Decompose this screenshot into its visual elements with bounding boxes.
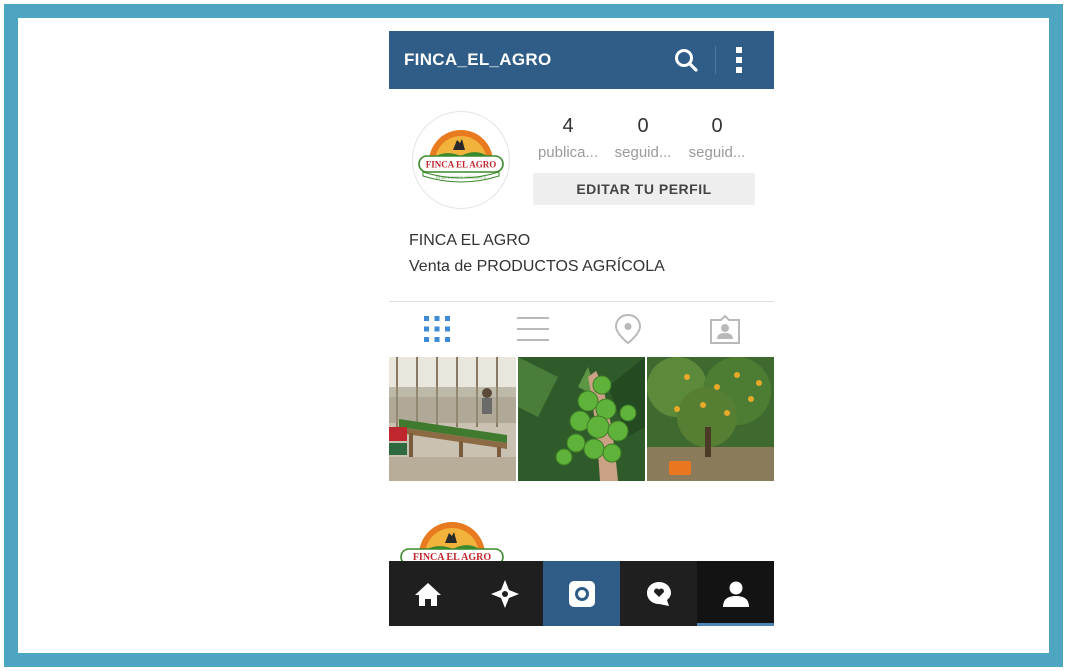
location-pin-icon[interactable] bbox=[611, 312, 645, 346]
activity-icon bbox=[646, 581, 671, 606]
nav-home[interactable] bbox=[389, 561, 466, 626]
bottom-nav bbox=[389, 561, 774, 626]
stat-following-label: seguid... bbox=[688, 144, 746, 161]
post-finca-logo-icon: FINCA EL AGRO bbox=[400, 522, 504, 561]
toolbar-separator bbox=[715, 46, 716, 74]
photo-limes[interactable] bbox=[518, 357, 645, 481]
stat-posts-count: 4 bbox=[562, 115, 574, 137]
photo-limes-image bbox=[518, 357, 645, 481]
home-icon bbox=[414, 582, 441, 606]
stat-followers[interactable]: 0 seguid... bbox=[608, 115, 678, 161]
nav-camera[interactable] bbox=[543, 561, 620, 626]
stat-followers-label: seguid... bbox=[614, 144, 672, 161]
stat-posts[interactable]: 4 publica... bbox=[533, 115, 603, 161]
logo-text: FINCA EL AGRO bbox=[426, 160, 497, 170]
more-options-icon[interactable] bbox=[733, 45, 745, 75]
grid-icon[interactable] bbox=[420, 312, 454, 346]
explore-icon bbox=[490, 579, 519, 608]
stat-following[interactable]: 0 seguid... bbox=[682, 115, 752, 161]
camera-icon bbox=[568, 580, 595, 607]
photo-orange-tree[interactable] bbox=[647, 357, 774, 481]
finca-logo-icon: FINCA EL AGRO Un aporte desde la calidad… bbox=[418, 130, 504, 183]
profile-avatar[interactable]: FINCA EL AGRO Un aporte desde la calidad… bbox=[412, 111, 510, 209]
post-logo-text: FINCA EL AGRO bbox=[413, 552, 492, 561]
profile-bio: Venta de PRODUCTOS AGRÍCOLA bbox=[409, 258, 665, 275]
list-icon[interactable] bbox=[516, 312, 550, 346]
nav-active-indicator bbox=[697, 623, 774, 626]
search-icon[interactable] bbox=[673, 47, 699, 73]
profile-icon bbox=[722, 581, 749, 607]
logo-tagline: Un aporte desde la calidad para Tí bbox=[436, 176, 488, 180]
photo-greenhouse-image bbox=[389, 357, 516, 481]
photo-greenhouse[interactable] bbox=[389, 357, 516, 481]
photo-orange-tree-image bbox=[647, 357, 774, 481]
stat-posts-label: publica... bbox=[537, 144, 599, 161]
tagged-person-icon[interactable] bbox=[708, 312, 742, 346]
stat-followers-count: 0 bbox=[637, 115, 649, 137]
post-logo-preview[interactable]: FINCA EL AGRO bbox=[397, 515, 507, 561]
nav-explore[interactable] bbox=[466, 561, 543, 626]
top-bar: FINCA_EL_AGRO bbox=[389, 31, 774, 89]
nav-profile[interactable] bbox=[697, 561, 774, 626]
tabs-divider bbox=[389, 301, 774, 302]
nav-activity[interactable] bbox=[620, 561, 697, 626]
phone-screen: FINCA_EL_AGRO FINCA EL AGRO Un aporte de… bbox=[389, 31, 774, 626]
stat-following-count: 0 bbox=[711, 115, 723, 137]
profile-name: FINCA EL AGRO bbox=[409, 232, 531, 249]
edit-profile-button[interactable]: EDITAR TU PERFIL bbox=[533, 173, 755, 205]
username-title: FINCA_EL_AGRO bbox=[404, 50, 552, 69]
